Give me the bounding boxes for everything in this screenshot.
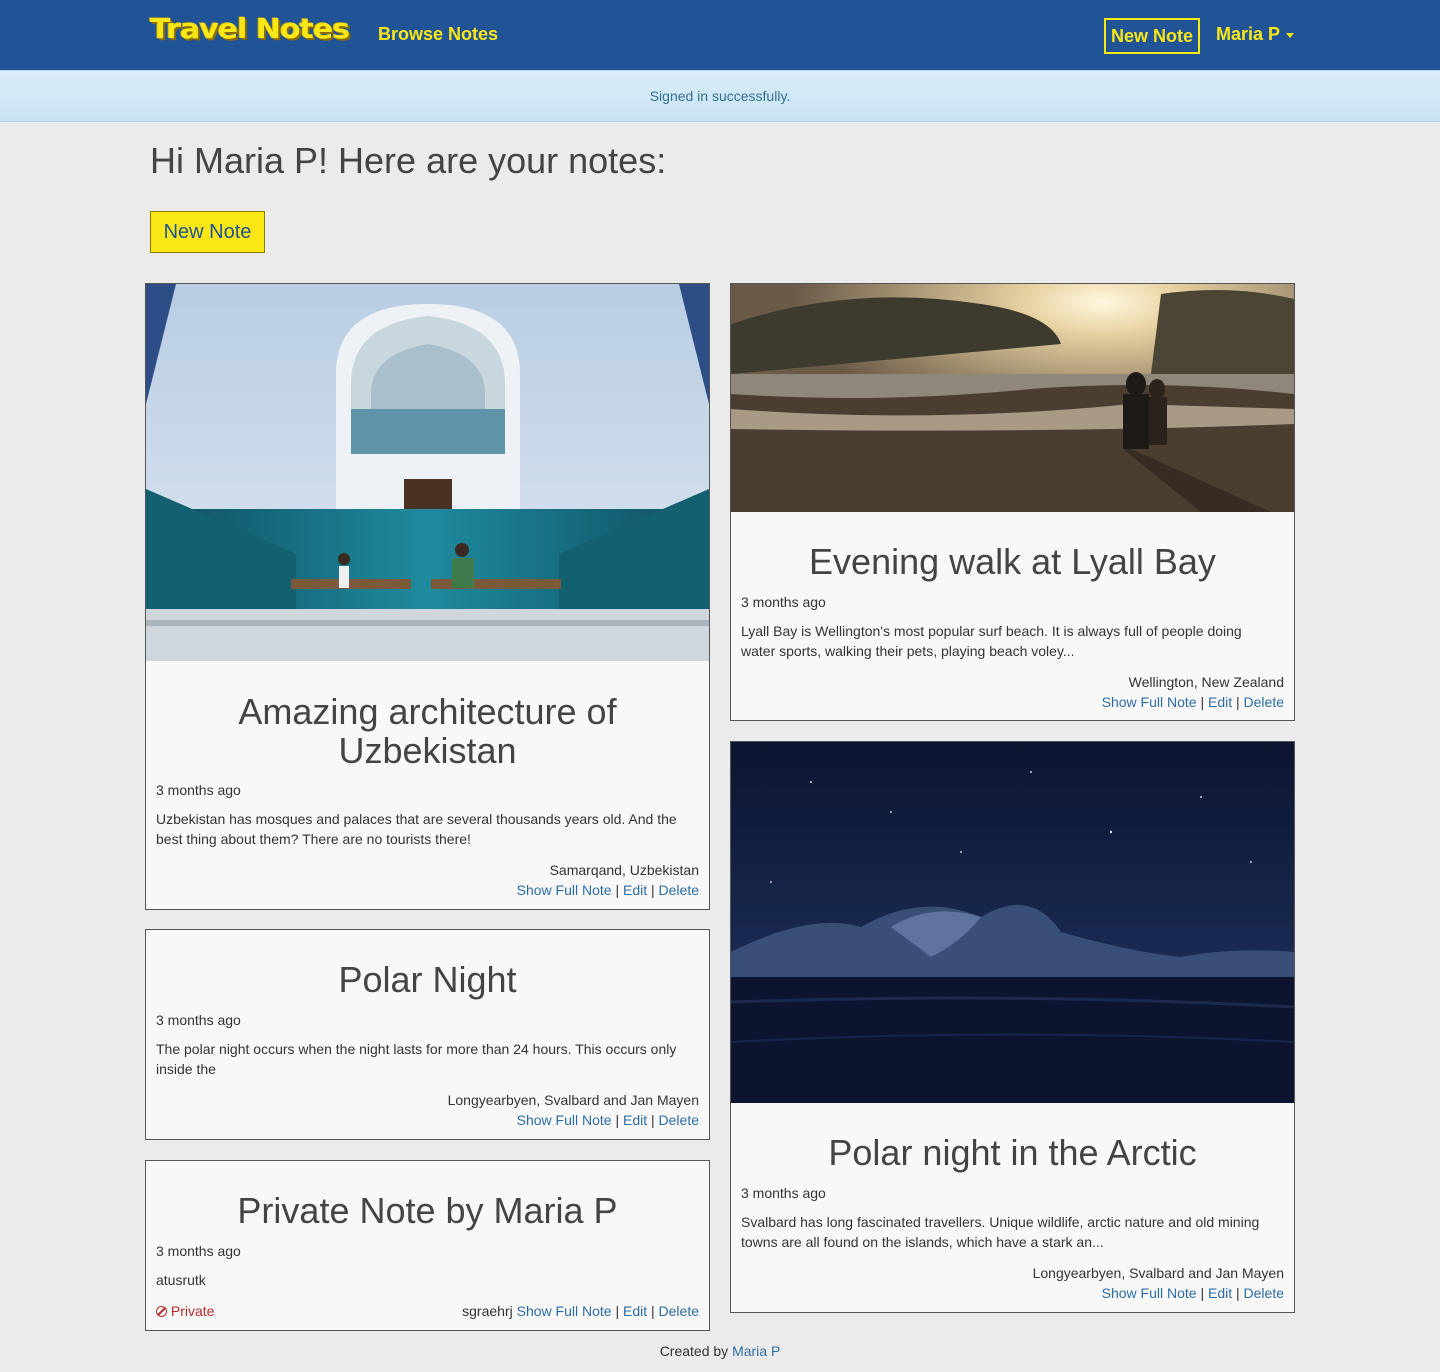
private-label: Private xyxy=(170,1303,215,1319)
note-location: Wellington, New Zealand xyxy=(1128,674,1284,690)
note-timestamp: 3 months ago xyxy=(741,594,826,610)
private-badge: Private xyxy=(156,1303,214,1319)
footer-author-link[interactable]: Maria P xyxy=(732,1343,780,1359)
note-card: Polar Night 3 months ago The polar night… xyxy=(145,929,710,1140)
note-timestamp: 3 months ago xyxy=(156,1243,241,1259)
delete-link[interactable]: Delete xyxy=(659,1303,699,1319)
note-description: Svalbard has long fascinated travellers.… xyxy=(741,1214,1260,1250)
top-navbar: Travel Notes Browse Notes New Note Maria… xyxy=(0,0,1440,70)
note-title[interactable]: Amazing architecture of Uzbekistan xyxy=(156,692,699,770)
note-description: Lyall Bay is Wellington's most popular s… xyxy=(741,623,1242,659)
note-title[interactable]: Evening walk at Lyall Bay xyxy=(741,542,1284,581)
note-location: Longyearbyen, Svalbard and Jan Mayen xyxy=(1032,1265,1284,1281)
prohibited-icon xyxy=(156,1306,167,1317)
caret-down-icon xyxy=(1286,32,1295,38)
browse-notes-link[interactable]: Browse Notes xyxy=(378,24,498,45)
show-full-note-link[interactable]: Show Full Note xyxy=(517,1303,612,1319)
note-card: Polar night in the Arctic 3 months ago S… xyxy=(730,741,1295,1313)
note-description: Uzbekistan has mosques and palaces that … xyxy=(156,811,677,847)
note-location: Longyearbyen, Svalbard and Jan Mayen xyxy=(447,1092,699,1108)
note-location: Samarqand, Uzbekistan xyxy=(549,862,699,878)
brand-logo[interactable]: Travel Notes xyxy=(150,13,350,45)
show-full-note-link[interactable]: Show Full Note xyxy=(517,1112,612,1128)
edit-link[interactable]: Edit xyxy=(1208,694,1232,710)
note-title[interactable]: Polar night in the Arctic xyxy=(741,1133,1284,1172)
footer: Created by Maria P xyxy=(0,1343,1440,1359)
note-photo[interactable] xyxy=(146,284,709,661)
edit-link[interactable]: Edit xyxy=(623,1303,647,1319)
note-title[interactable]: Private Note by Maria P xyxy=(156,1191,699,1230)
note-card: Evening walk at Lyall Bay 3 months ago L… xyxy=(730,283,1295,721)
note-actions: Show Full Note | Edit | Delete xyxy=(1101,694,1284,710)
note-actions: Show Full Note | Edit | Delete xyxy=(516,882,699,898)
mosque-interior-photo xyxy=(146,284,709,661)
note-title[interactable]: Polar Night xyxy=(156,960,699,999)
note-actions: Show Full Note | Edit | Delete xyxy=(1101,1285,1284,1301)
note-card: Private Note by Maria P 3 months ago atu… xyxy=(145,1160,710,1331)
note-photo[interactable] xyxy=(731,742,1294,1103)
note-description: atusrutk xyxy=(156,1272,206,1288)
user-menu-dropdown[interactable]: Maria P xyxy=(1216,24,1295,45)
edit-link[interactable]: Edit xyxy=(1208,1285,1232,1301)
flash-message: Signed in successfully. xyxy=(0,70,1440,122)
edit-link[interactable]: Edit xyxy=(623,882,647,898)
user-menu-label: Maria P xyxy=(1216,24,1281,44)
delete-link[interactable]: Delete xyxy=(1244,1285,1284,1301)
note-actions: sgraehrj Show Full Note | Edit | Delete xyxy=(462,1303,699,1319)
delete-link[interactable]: Delete xyxy=(659,882,699,898)
note-photo[interactable] xyxy=(731,284,1294,512)
footer-prefix: Created by xyxy=(659,1343,729,1359)
nav-new-note-button[interactable]: New Note xyxy=(1104,18,1200,54)
arctic-night-photo xyxy=(731,742,1294,1103)
note-description: The polar night occurs when the night la… xyxy=(156,1041,677,1077)
show-full-note-link[interactable]: Show Full Note xyxy=(517,882,612,898)
note-location: sgraehrj xyxy=(462,1303,513,1319)
new-note-button[interactable]: New Note xyxy=(150,211,265,253)
note-card: Amazing architecture of Uzbekistan 3 mon… xyxy=(145,283,710,910)
page-title: Hi Maria P! Here are your notes: xyxy=(150,140,667,181)
show-full-note-link[interactable]: Show Full Note xyxy=(1102,1285,1197,1301)
note-timestamp: 3 months ago xyxy=(156,1012,241,1028)
edit-link[interactable]: Edit xyxy=(623,1112,647,1128)
note-timestamp: 3 months ago xyxy=(741,1185,826,1201)
delete-link[interactable]: Delete xyxy=(1244,694,1284,710)
note-timestamp: 3 months ago xyxy=(156,782,241,798)
beach-sunset-photo xyxy=(731,284,1294,512)
show-full-note-link[interactable]: Show Full Note xyxy=(1102,694,1197,710)
note-actions: Show Full Note | Edit | Delete xyxy=(516,1112,699,1128)
delete-link[interactable]: Delete xyxy=(659,1112,699,1128)
